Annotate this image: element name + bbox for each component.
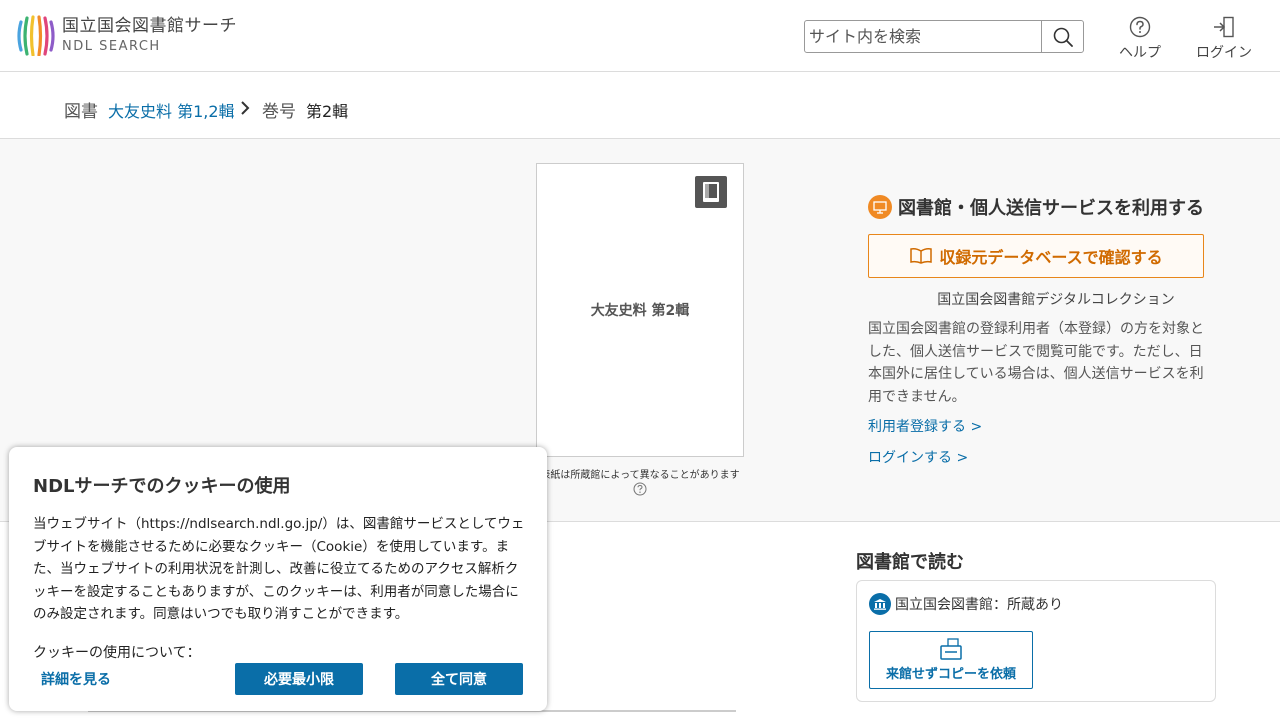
breadcrumb-type-book: 図書 <box>64 102 98 122</box>
search-button[interactable] <box>1041 21 1083 52</box>
library-holding-text: 国立国会図書館：所蔵あり <box>895 597 1063 613</box>
book-type-badge <box>695 176 727 208</box>
chevron-right-icon <box>241 101 250 115</box>
logo-title-ja: 国立国会図書館サーチ <box>62 15 237 36</box>
digital-collection-icon <box>868 195 892 219</box>
site-search <box>804 20 1084 53</box>
copy-request-icon <box>940 638 962 660</box>
breadcrumb-type-volume: 巻号 <box>262 102 296 122</box>
read-at-library-heading: 図書館で読む <box>856 552 964 573</box>
help-icon <box>1129 16 1151 38</box>
open-book-icon <box>910 248 933 264</box>
cover-note: 表紙は所蔵館によって異なることがあります <box>540 470 740 481</box>
library-building-icon <box>869 593 891 615</box>
request-copy-button[interactable]: 来館せずコピーを依頼 <box>869 631 1033 689</box>
check-source-database-button[interactable]: 収録元データベースで確認する <box>868 234 1204 278</box>
cookie-details-link[interactable]: 詳細を見る <box>41 669 111 689</box>
service-heading-text: 図書館・個人送信サービスを利用する <box>898 198 1204 219</box>
cookie-dialog-title: NDLサーチでのクッキーの使用 <box>33 476 291 497</box>
login-link[interactable]: ログイン <box>1194 16 1254 62</box>
cookie-consent-dialog: NDLサーチでのクッキーの使用 当ウェブサイト（https://ndlsearc… <box>9 447 547 711</box>
logo-title-en: NDL SEARCH <box>62 38 161 54</box>
user-registration-link[interactable]: 利用者登録する > <box>868 416 982 436</box>
help-icon[interactable] <box>633 482 647 496</box>
book-icon <box>703 182 719 202</box>
site-header: 国立国会図書館サーチ NDL SEARCH ヘルプ ログイン <box>0 0 1280 72</box>
breadcrumb: 図書 大友史料 第1,2輯 巻号 第2輯 <box>0 72 1280 139</box>
book-cover: 大友史料 第2輯 <box>536 163 744 457</box>
login-label: ログイン <box>1196 45 1252 61</box>
request-copy-label: 来館せずコピーを依頼 <box>885 667 1016 682</box>
help-link[interactable]: ヘルプ <box>1118 16 1162 62</box>
cookie-accept-all-button[interactable]: 全て同意 <box>395 663 523 695</box>
ndl-logo-icon <box>17 15 55 56</box>
search-icon <box>1053 27 1073 47</box>
source-database-name: 国立国会図書館デジタルコレクション <box>937 292 1175 308</box>
library-holding: 国立国会図書館：所蔵あり <box>869 593 1063 615</box>
cookie-dialog-body: 当ウェブサイト（https://ndlsearch.ndl.go.jp/）は、図… <box>33 516 525 622</box>
service-heading: 図書館・個人送信サービスを利用する <box>868 194 1204 220</box>
service-description: 国立国会図書館の登録利用者（本登録）の方を対象とした、個人送信サービスで閲覧可能… <box>868 321 1204 405</box>
library-holding-card: 国立国会図書館：所蔵あり 来館せずコピーを依頼 <box>856 580 1216 702</box>
breadcrumb-parent-link[interactable]: 大友史料 第1,2輯 <box>108 98 235 122</box>
cookie-about-label: クッキーの使用について： <box>33 645 201 661</box>
check-source-database-label: 収録元データベースで確認する <box>939 248 1163 267</box>
help-label: ヘルプ <box>1119 45 1161 61</box>
login-link-service[interactable]: ログインする > <box>868 447 968 467</box>
cover-title: 大友史料 第2輯 <box>590 303 690 319</box>
login-icon <box>1214 16 1234 38</box>
site-logo[interactable]: 国立国会図書館サーチ NDL SEARCH <box>16 14 237 56</box>
search-input[interactable] <box>805 21 1041 52</box>
breadcrumb-current: 第2輯 <box>306 102 349 121</box>
cookie-minimal-button[interactable]: 必要最小限 <box>235 663 363 695</box>
